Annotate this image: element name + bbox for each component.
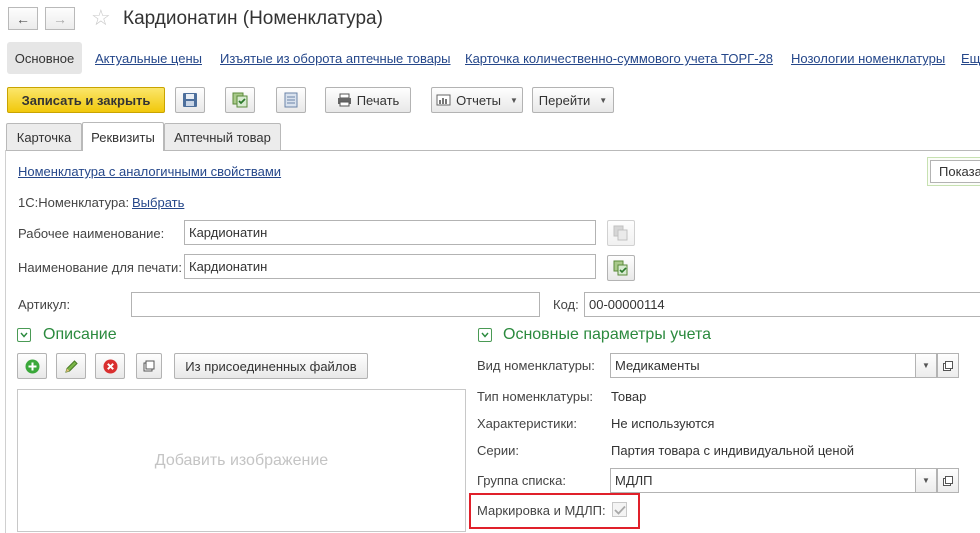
code-label: Код:	[553, 297, 579, 312]
chevron-down-icon: ▼	[922, 476, 930, 485]
type-value: Товар	[611, 389, 647, 404]
tab-pharmacy-goods[interactable]: Аптечный товар	[164, 123, 281, 150]
kind-label: Вид номенклатуры:	[477, 358, 595, 373]
reports-icon	[436, 94, 451, 106]
kind-open-button[interactable]	[937, 353, 959, 378]
kind-select[interactable]: Медикаменты	[610, 353, 916, 378]
series-label: Серии:	[477, 443, 519, 458]
pencil-icon	[64, 359, 78, 373]
print-name-input[interactable]: Кардионатин	[184, 254, 596, 279]
chevron-down-icon: ▼	[510, 95, 518, 105]
highlight-frame	[469, 493, 640, 529]
description-header: Описание	[43, 326, 117, 343]
show-button[interactable]: Показа	[930, 160, 980, 183]
kind-dropdown-button[interactable]: ▼	[915, 353, 937, 378]
delete-circle-icon	[103, 359, 117, 373]
list-button[interactable]	[276, 87, 306, 113]
tab-card[interactable]: Карточка	[6, 123, 82, 150]
type-label: Тип номенклатуры:	[477, 389, 594, 404]
chevron-down-icon	[481, 332, 489, 338]
print-button-label: Печать	[356, 92, 400, 108]
chevron-down-icon: ▼	[922, 361, 930, 370]
goto-label: Перейти	[538, 92, 591, 108]
add-image-placeholder: Добавить изображение	[154, 451, 329, 469]
show-button-frame: Показа	[927, 157, 980, 186]
list-group-select[interactable]: МДЛП	[610, 468, 916, 493]
window-title: Кардионатин (Номенклатура)	[123, 8, 383, 29]
forward-button[interactable]: →	[45, 7, 75, 30]
delete-image-button[interactable]	[95, 353, 125, 379]
characteristics-label: Характеристики:	[477, 416, 578, 431]
list-group-open-button[interactable]	[937, 468, 959, 493]
open-image-button[interactable]	[136, 353, 162, 379]
onec-select-link[interactable]: Выбрать	[132, 195, 184, 210]
favorite-star-icon[interactable]: ☆	[91, 6, 111, 30]
copy-icon	[613, 225, 628, 241]
save-button[interactable]	[175, 87, 205, 113]
article-label: Артикул:	[18, 297, 71, 312]
characteristics-value: Не используются	[611, 416, 715, 431]
chevron-down-icon	[20, 332, 28, 338]
series-value: Партия товара с индивидуальной ценой	[611, 443, 855, 458]
work-name-label: Рабочее наименование:	[18, 226, 165, 241]
arrow-left-icon: ←	[16, 10, 30, 27]
floppy-disk-icon	[183, 93, 197, 107]
chevron-down-icon: ▼	[599, 95, 608, 105]
link-nosologies[interactable]: Нозологии номенклатуры	[791, 51, 945, 66]
save-close-button[interactable]: Записать и закрыть	[7, 87, 165, 113]
link-actual-prices[interactable]: Актуальные цены	[95, 51, 202, 66]
post-button[interactable]	[225, 87, 255, 113]
list-group-label: Группа списка:	[477, 473, 566, 488]
accounting-header: Основные параметры учета	[503, 326, 712, 343]
printer-icon	[337, 93, 351, 107]
open-window-icon	[943, 360, 953, 371]
goto-dropdown[interactable]: Перейти ▼	[532, 87, 614, 113]
section-main[interactable]: Основное	[7, 42, 82, 74]
fill-print-name-button[interactable]	[607, 255, 635, 281]
content-border	[5, 150, 6, 533]
tab-requisites[interactable]: Реквизиты	[82, 122, 164, 151]
code-input[interactable]: 00-00000114	[584, 292, 980, 317]
copy-green-icon	[613, 260, 628, 276]
reports-dropdown[interactable]: Отчеты ▼	[431, 87, 523, 113]
reports-label: Отчеты	[456, 92, 501, 108]
article-input[interactable]	[131, 292, 540, 317]
similar-properties-link[interactable]: Номенклатура с аналогичными свойствами	[18, 164, 281, 179]
link-more[interactable]: Ещ	[961, 51, 980, 66]
edit-image-button[interactable]	[56, 353, 86, 379]
work-name-input[interactable]: Кардионатин	[184, 220, 596, 245]
link-torg28-card[interactable]: Карточка количественно-суммового учета Т…	[465, 51, 773, 66]
copy-name-button[interactable]	[607, 220, 635, 246]
list-group-dropdown-button[interactable]: ▼	[915, 468, 937, 493]
print-button[interactable]: Печать	[325, 87, 411, 113]
add-image-button[interactable]	[17, 353, 47, 379]
description-collapse-toggle[interactable]	[17, 328, 31, 342]
image-drop-area[interactable]: Добавить изображение	[17, 389, 466, 532]
link-withdrawn-goods[interactable]: Изъятые из оборота аптечные товары	[220, 51, 451, 66]
open-window-icon	[143, 360, 155, 372]
accounting-collapse-toggle[interactable]	[478, 328, 492, 342]
plus-circle-icon	[25, 359, 39, 373]
arrow-right-icon: →	[53, 10, 67, 27]
from-attached-files-button[interactable]: Из присоединенных файлов	[174, 353, 368, 379]
print-name-label: Наименование для печати:	[18, 260, 182, 275]
document-list-icon	[284, 92, 298, 108]
back-button[interactable]: ←	[8, 7, 38, 30]
onec-nomenclature-label: 1С:Номенклатура:	[18, 195, 130, 210]
open-window-icon	[943, 475, 953, 486]
post-document-icon	[232, 92, 248, 108]
